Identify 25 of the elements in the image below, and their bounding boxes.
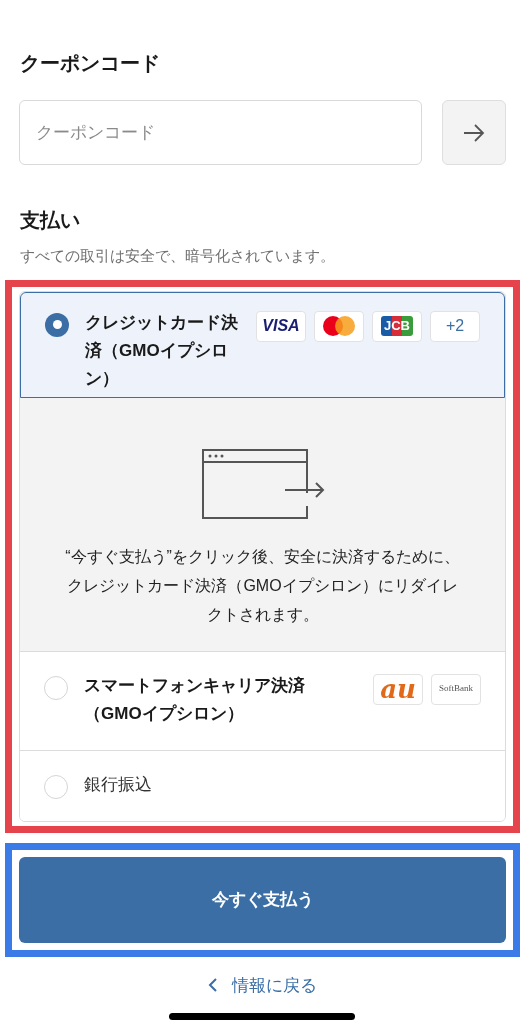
payment-subtitle: すべての取引は安全で、暗号化されています。 <box>19 246 336 266</box>
redirect-note: “今すぐ支払う”をクリック後、安全に決済するために、クレジットカード決済（GMOイプシロン）にリダイレクトされます。 <box>64 546 461 625</box>
radio-button[interactable] <box>44 675 68 700</box>
more-cards-badge: +2 <box>430 310 480 342</box>
option-label: 銀行振込 <box>84 773 153 796</box>
coupon-code-field[interactable]: クーポンコード <box>19 100 422 165</box>
overlapping-circles-icon <box>323 316 355 336</box>
carrier-logo: SoftBank <box>431 673 481 705</box>
back-link[interactable]: 情報に戻る <box>208 972 317 998</box>
payment-option[interactable]: クレジットカード決済（GMOイプシロン） VISA JCB +2 <box>20 291 505 398</box>
radio-button[interactable] <box>45 312 69 337</box>
arrow-right-icon <box>463 123 485 142</box>
carrier-logo: au <box>373 673 423 705</box>
pay-now-button[interactable]: 今すぐ支払う <box>19 856 506 943</box>
browser-redirect-icon <box>200 447 325 520</box>
payment-option[interactable]: 銀行振込 <box>20 749 505 821</box>
section-heading: クーポンコード <box>19 51 161 76</box>
radio-button[interactable] <box>44 774 68 799</box>
chevron-left-icon <box>208 977 218 994</box>
option-label: クレジットカード決済（GMOイプシロン） <box>85 311 239 390</box>
option-label: スマートフォンキャリア決済（GMOイプシロン） <box>84 674 306 725</box>
visa-logo: VISA <box>256 310 306 342</box>
section-heading: 支払い <box>19 208 81 233</box>
apply-button[interactable] <box>442 100 506 165</box>
jcb-logo: JCB <box>381 316 413 336</box>
